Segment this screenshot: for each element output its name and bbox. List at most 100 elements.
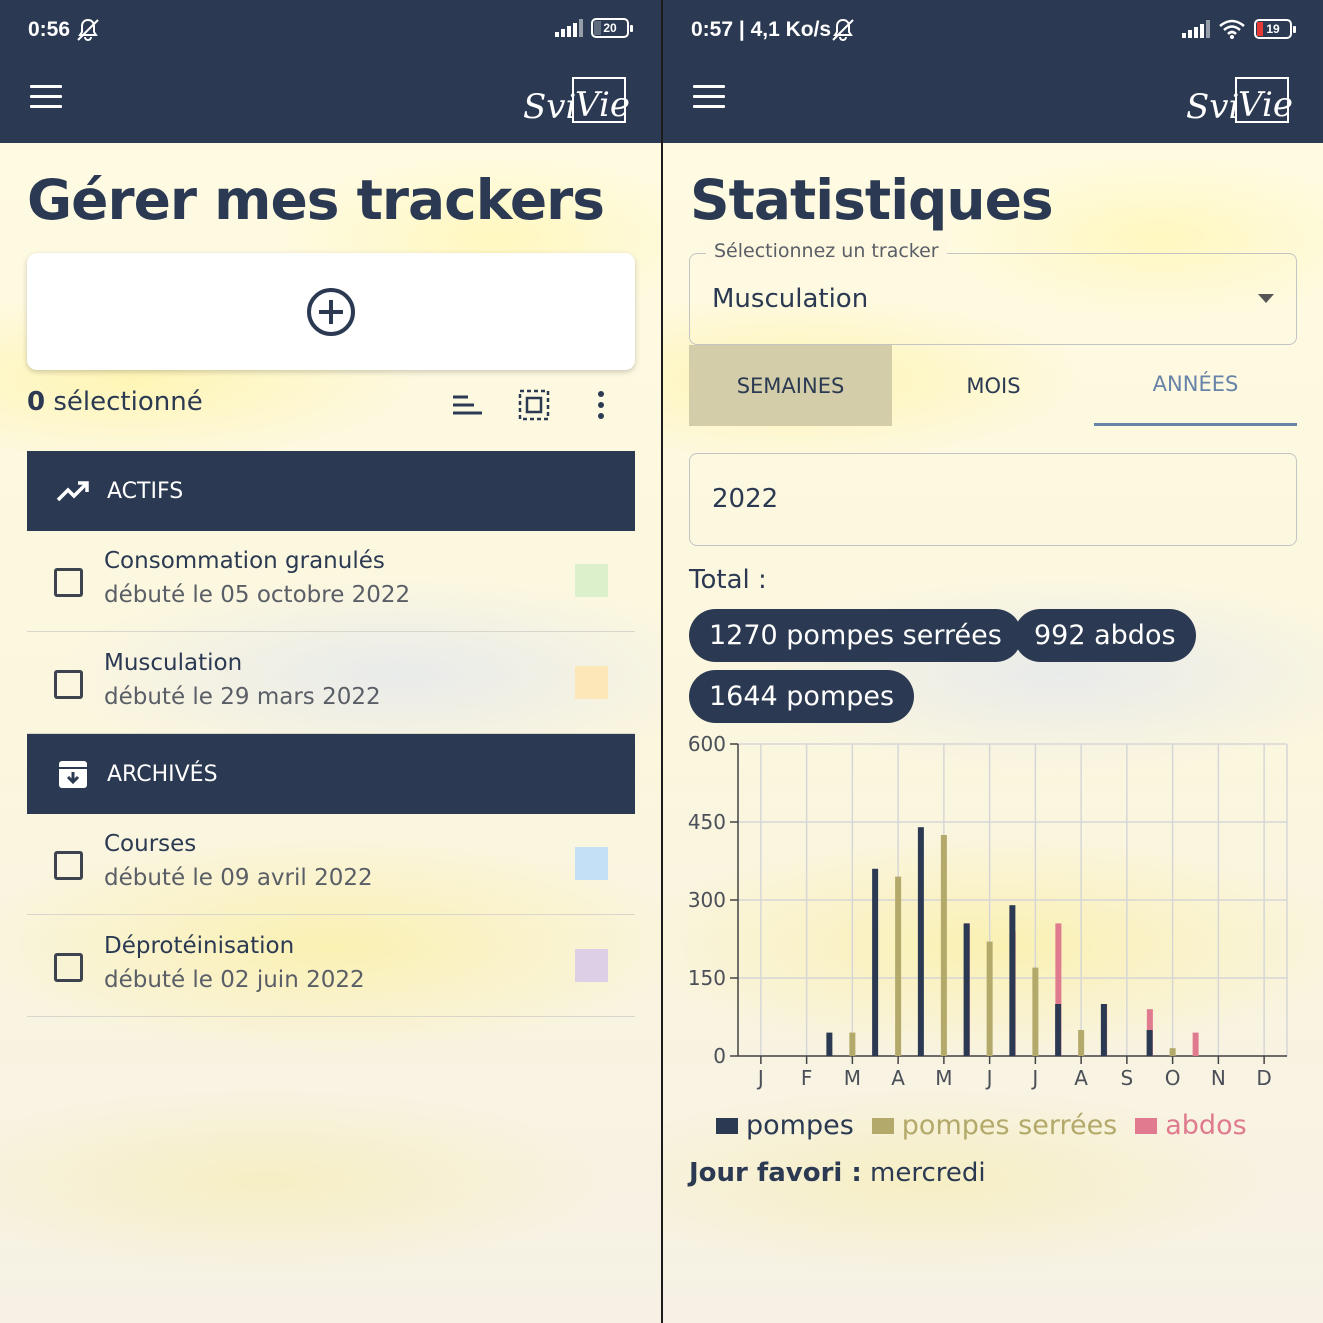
status-time: 0:56 [28,18,71,41]
tab-years[interactable]: ANNÉES [1094,345,1297,426]
bar-pompes-serrees [1169,1048,1176,1056]
tracker-checkbox[interactable] [54,670,83,699]
bar-pompes-serrees [895,876,902,1056]
tracker-row[interactable]: Déprotéinisation débuté le 02 juin 2022 [27,916,635,1017]
y-tick-label: 450 [688,810,726,834]
menu-icon[interactable] [30,85,62,113]
y-tick-label: 300 [688,888,726,912]
archive-icon [59,761,87,788]
chart-legend: pompes pompes serrées abdos [716,1110,1265,1141]
favorite-day-value: mercredi [870,1158,986,1188]
tracker-name: Consommation granulés [104,548,385,574]
dropdown-arrow-icon [1258,294,1274,303]
bar-pompes [963,923,970,1056]
trending-up-icon [56,481,89,502]
svg-text:Svi: Svi [523,87,576,126]
tracker-color-swatch [575,564,608,597]
notifications-off-icon [832,18,854,41]
selection-count: 0 sélectionné [27,387,203,417]
tab-weeks[interactable]: SEMAINES [689,345,892,426]
status-bar: 0:57 | 4,1 Ko/s 19 [663,0,1323,62]
battery-icon: 20 [591,18,633,38]
total-label: Total : [689,565,767,595]
notifications-off-icon [77,18,99,41]
bar-pompes [1055,1004,1062,1056]
tracker-row[interactable]: Courses débuté le 09 avril 2022 [27,814,635,915]
tracker-date: débuté le 05 octobre 2022 [104,582,411,608]
tracker-checkbox[interactable] [54,851,83,880]
x-tick-label: N [1211,1066,1226,1090]
tracker-color-swatch [575,666,608,699]
x-tick-label: J [756,1066,764,1090]
legend-label: pompes [746,1110,854,1141]
app-logo: Svi Vie [523,77,630,126]
page-title: Statistiques [690,168,1054,232]
tab-months[interactable]: MOIS [892,345,1095,426]
total-pill: 1270 pompes serrées [689,609,1022,662]
tracker-select-value: Musculation [712,284,869,314]
legend-label: pompes serrées [901,1110,1118,1141]
tracker-row[interactable]: Musculation débuté le 29 mars 2022 [27,633,635,734]
signal-icon [555,19,583,37]
app-bar: Svi Vie [0,62,661,143]
bar-pompes [1100,1004,1107,1056]
section-active-header[interactable]: ACTIFS [27,451,635,531]
y-tick-label: 0 [713,1044,726,1068]
tracker-name: Musculation [104,650,243,676]
tracker-select[interactable]: Sélectionnez un tracker Musculation [689,240,1297,345]
trackers-screen: 0:56 20 Svi Vie Gérer mes trackers 0 sél… [0,0,661,1323]
legend-label: abdos [1165,1110,1247,1141]
bar-pompes [1146,1030,1153,1056]
bar-pompes [872,868,879,1056]
tracker-date: débuté le 09 avril 2022 [104,865,373,891]
tracker-date: débuté le 02 juin 2022 [104,967,365,993]
select-all-icon[interactable] [517,388,551,422]
bar-pompes [1009,905,1016,1056]
section-archived-header[interactable]: ARCHIVÉS [27,734,635,814]
menu-icon[interactable] [693,85,725,113]
bar-pompes-serrees [1078,1030,1085,1056]
bar-abdos [1192,1032,1199,1056]
selection-label: sélectionné [53,387,203,417]
tracker-checkbox[interactable] [54,953,83,982]
sort-icon[interactable] [450,388,484,422]
section-active-label: ACTIFS [107,478,184,504]
page-title: Gérer mes trackers [27,168,605,232]
svg-text:Vie: Vie [1238,85,1293,125]
favorite-day-label: Jour favori : [689,1158,862,1188]
bar-pompes-serrees [986,941,993,1056]
more-vert-icon[interactable] [584,388,618,422]
x-tick-label: D [1256,1066,1271,1090]
bar-pompes-serrees [1032,967,1039,1056]
x-tick-label: M [935,1066,952,1090]
signal-icon [1182,20,1210,38]
selection-number: 0 [27,387,46,417]
x-tick-label: M [844,1066,861,1090]
tracker-name: Courses [104,831,197,857]
total-pill: 1644 pompes [689,670,915,723]
tracker-row[interactable]: Consommation granulés débuté le 05 octob… [27,531,635,632]
legend-item: pompes [716,1110,854,1141]
year-field[interactable]: 2022 [689,453,1297,546]
tracker-color-swatch [575,949,608,982]
status-time: 0:57 | 4,1 Ko/s [691,18,832,41]
section-archived-label: ARCHIVÉS [107,761,218,787]
svg-text:Svi: Svi [1186,87,1239,126]
app-logo: Svi Vie [1186,77,1293,126]
tracker-name: Déprotéinisation [104,933,295,959]
bar-pompes-serrees [849,1032,856,1056]
tracker-checkbox[interactable] [54,568,83,597]
year-value: 2022 [712,484,779,514]
bar-pompes [917,827,924,1056]
x-tick-label: J [985,1066,993,1090]
bar-pompes [826,1032,833,1056]
app-bar: Svi Vie [663,62,1323,143]
statistics-screen: 0:57 | 4,1 Ko/s 19 Svi Vie Statistiques … [663,0,1323,1323]
y-tick-label: 600 [688,732,726,756]
legend-swatch [1135,1117,1158,1134]
x-tick-label: J [1030,1066,1038,1090]
yearly-bar-chart: 0 150 300 450 600 J F M A M J J A S O N D [688,732,1288,1090]
add-tracker-button[interactable] [27,253,635,370]
x-tick-label: A [1074,1066,1088,1090]
x-tick-label: S [1121,1066,1134,1090]
